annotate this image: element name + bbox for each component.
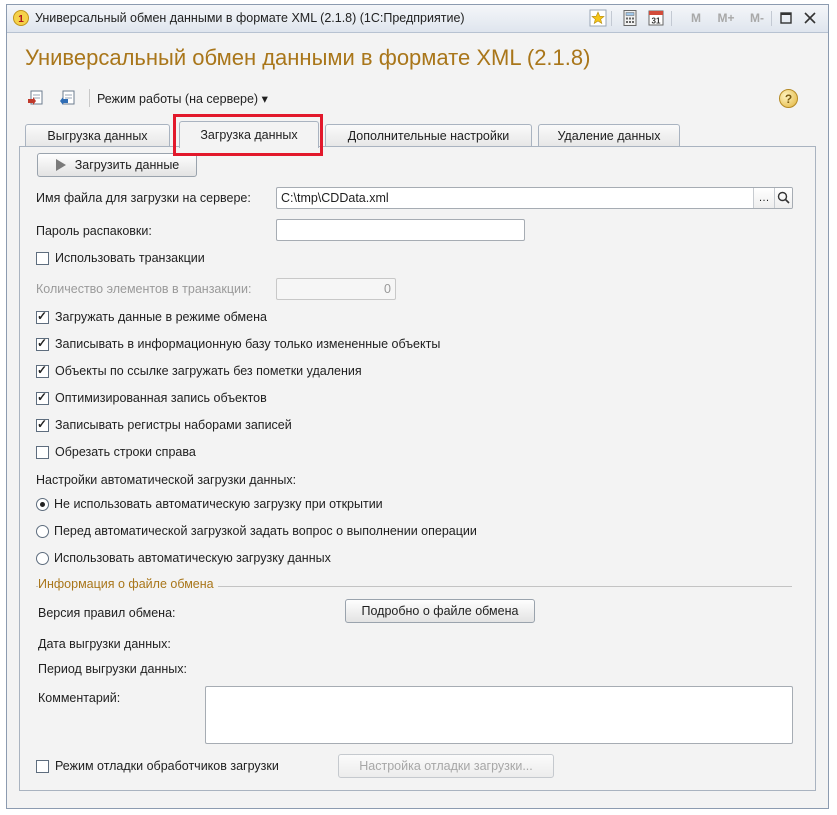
window-title: Универсальный обмен данными в формате XM… [35, 11, 465, 25]
option-optimized-write-checkbox[interactable]: Оптимизированная запись объектов [36, 389, 267, 407]
checkbox-label: Обрезать строки справа [55, 445, 196, 459]
export-period-label: Период выгрузки данных: [38, 662, 187, 676]
details-button-label: Подробно о файле обмена [361, 604, 519, 618]
help-icon[interactable]: ? [779, 89, 798, 108]
tab-additional-settings[interactable]: Дополнительные настройки [325, 124, 532, 147]
auto-load-radio-use[interactable]: Использовать автоматическую загрузку дан… [36, 549, 331, 567]
checkbox-label: Записывать регистры наборами записей [55, 418, 292, 432]
comment-textarea[interactable] [205, 686, 793, 744]
auto-load-label: Настройки автоматической загрузки данных… [36, 473, 297, 487]
checkbox-label: Оптимизированная запись объектов [55, 391, 267, 405]
play-icon [55, 159, 66, 171]
radio-button[interactable] [36, 524, 49, 538]
memory-plus-button[interactable]: M+ [713, 9, 739, 27]
command-separator [89, 89, 90, 107]
transaction-count-value: 0 [384, 282, 391, 296]
svg-text:1: 1 [18, 14, 24, 25]
auto-load-radio-none[interactable]: Не использовать автоматическую загрузку … [36, 495, 383, 513]
radio-button[interactable] [36, 497, 49, 511]
transaction-count-label: Количество элементов в транзакции: [36, 282, 252, 296]
use-transactions-checkbox[interactable]: Использовать транзакции [36, 249, 205, 267]
tab-label: Выгрузка данных [47, 129, 148, 143]
checkbox-box[interactable] [36, 759, 49, 773]
option-changed-only-checkbox[interactable]: Записывать в информационную базу только … [36, 335, 440, 353]
debug-settings-button[interactable]: Настройка отладки загрузки... [338, 754, 554, 778]
checkbox-label: Использовать транзакции [55, 251, 205, 265]
option-exchange-mode-checkbox[interactable]: Загружать данные в режиме обмена [36, 308, 267, 326]
file-name-input[interactable]: C:\tmp\CDData.xml … [276, 187, 793, 209]
checkbox-label: Объекты по ссылке загружать без пометки … [55, 364, 362, 378]
comment-label: Комментарий: [38, 691, 121, 705]
tab-export[interactable]: Выгрузка данных [25, 124, 170, 147]
radio-label: Не использовать автоматическую загрузку … [54, 497, 383, 511]
title-separator [671, 11, 672, 26]
radio-label: Использовать автоматическую загрузку дан… [54, 551, 331, 565]
favorites-star-icon[interactable] [589, 9, 607, 27]
rules-version-label: Версия правил обмена: [38, 606, 176, 620]
export-date-label: Дата выгрузки данных: [38, 637, 171, 651]
calculator-icon[interactable] [621, 9, 639, 27]
title-bar: 1 Универсальный обмен данными в формате … [7, 5, 828, 33]
checkbox-box[interactable] [36, 309, 49, 324]
title-separator [611, 11, 612, 26]
title-separator [771, 11, 772, 26]
option-trim-strings-checkbox[interactable]: Обрезать строки справа [36, 443, 196, 461]
debug-settings-label: Настройка отладки загрузки... [359, 759, 533, 773]
load-data-button[interactable]: Загрузить данные [37, 153, 197, 177]
checkbox-label: Режим отладки обработчиков загрузки [55, 759, 279, 773]
tab-label: Удаление данных [557, 129, 661, 143]
radio-button[interactable] [36, 551, 49, 565]
checkbox-box[interactable] [36, 417, 49, 432]
app-logo-icon: 1 [13, 10, 29, 26]
transaction-count-input[interactable]: 0 [276, 278, 396, 300]
svg-text:31: 31 [652, 17, 661, 26]
checkbox-label: Загружать данные в режиме обмена [55, 310, 267, 324]
exchange-file-info-group-title: Информация о файле обмена [38, 577, 218, 591]
option-record-sets-checkbox[interactable]: Записывать регистры наборами записей [36, 416, 292, 434]
search-icon[interactable] [774, 188, 792, 208]
restore-settings-icon[interactable] [59, 89, 77, 107]
file-name-label: Имя файла для загрузки на сервере: [36, 191, 251, 205]
calendar-icon[interactable]: 31 [647, 9, 665, 27]
debug-mode-checkbox[interactable]: Режим отладки обработчиков загрузки [36, 757, 279, 775]
checkbox-box[interactable] [36, 445, 49, 459]
choose-file-button[interactable]: … [753, 188, 774, 208]
exchange-file-details-button[interactable]: Подробно о файле обмена [345, 599, 535, 623]
form-title: Универсальный обмен данными в формате XM… [25, 45, 591, 70]
checkbox-label: Записывать в информационную базу только … [55, 337, 441, 351]
memory-button[interactable]: M [687, 9, 705, 27]
save-settings-icon[interactable] [27, 89, 45, 107]
maximize-icon[interactable] [777, 9, 795, 27]
tab-delete-data[interactable]: Удаление данных [538, 124, 680, 147]
load-data-label: Загрузить данные [74, 158, 180, 172]
password-label: Пароль распаковки: [36, 224, 152, 238]
checkbox-box[interactable] [36, 251, 49, 265]
checkbox-box[interactable] [36, 363, 49, 378]
checkbox-box[interactable] [36, 390, 49, 405]
tab-highlight-frame [173, 114, 323, 156]
auto-load-radio-ask[interactable]: Перед автоматической загрузкой задать во… [36, 522, 477, 540]
option-no-deletion-mark-checkbox[interactable]: Объекты по ссылке загружать без пометки … [36, 362, 362, 380]
password-input[interactable] [276, 219, 525, 241]
file-name-value: C:\tmp\CDData.xml [281, 191, 389, 205]
close-icon[interactable] [801, 9, 819, 27]
memory-minus-button[interactable]: M- [745, 9, 769, 27]
tab-label: Дополнительные настройки [347, 129, 510, 143]
mode-menu[interactable]: Режим работы (на сервере) ▾ [97, 91, 268, 106]
radio-label: Перед автоматической загрузкой задать во… [54, 524, 477, 538]
checkbox-box[interactable] [36, 336, 49, 351]
